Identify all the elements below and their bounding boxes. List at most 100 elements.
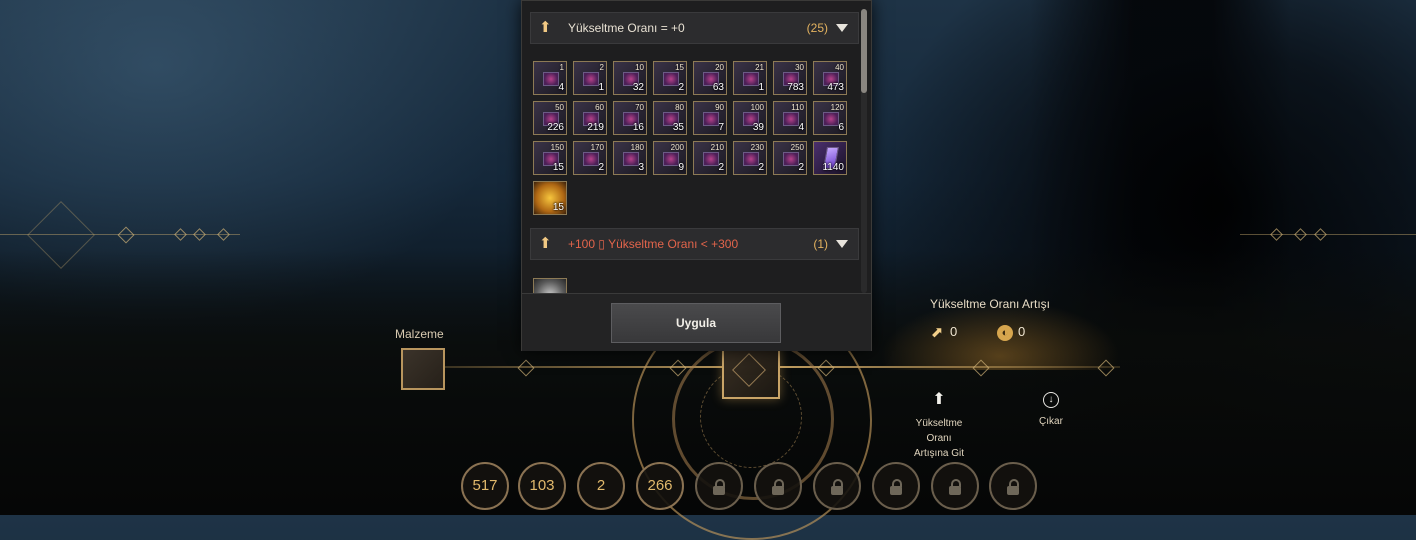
inventory-item[interactable]: 110 4 xyxy=(773,101,807,135)
inventory-item[interactable]: 14 xyxy=(533,61,567,95)
bottom-slot[interactable]: 2 xyxy=(577,462,625,510)
bottom-slot[interactable]: 103 xyxy=(518,462,566,510)
lock-icon xyxy=(831,479,843,495)
item-quantity: 4 xyxy=(798,122,804,133)
boost-value-coin: 0 xyxy=(1018,324,1026,339)
inventory-item[interactable]: 30 783 xyxy=(773,61,807,95)
target-item-slot[interactable] xyxy=(722,343,780,399)
bottom-slot[interactable]: 517 xyxy=(461,462,509,510)
inventory-item[interactable]: 250 2 xyxy=(773,141,807,175)
tome-icon xyxy=(583,152,599,166)
panel-scroll-area[interactable]: ⬆ Yükseltme Oranı = +0 (25) 1 4 2 1 10 32 15 2 2… xyxy=(530,9,860,293)
inventory-item[interactable]: 170 2 xyxy=(573,141,607,175)
bottom-slot-value: 266 xyxy=(647,477,673,494)
item-level: 210 xyxy=(710,143,724,152)
inventory-item[interactable]: 21 1 xyxy=(733,61,767,95)
item-level: 2 xyxy=(599,63,604,72)
inventory-item[interactable]: 230 2 xyxy=(733,141,767,175)
inventory-item[interactable]: 70 16 xyxy=(613,101,647,135)
inventory-item[interactable]: 120 6 xyxy=(813,101,847,135)
locked-slot xyxy=(872,462,920,510)
tome-icon xyxy=(783,112,799,126)
section-title: Yükseltme Oranı = +0 xyxy=(568,21,685,35)
inventory-item[interactable]: 20 63 xyxy=(693,61,727,95)
inventory-item[interactable]: 40 473 xyxy=(813,61,847,95)
apply-button[interactable]: Uygula xyxy=(611,303,781,343)
inventory-item[interactable] xyxy=(533,278,567,293)
inventory-item[interactable]: 90 7 xyxy=(693,101,727,135)
scrollbar-thumb[interactable] xyxy=(861,9,867,93)
material-select-panel: ⬆ Yükseltme Oranı = +0 (25) 1 4 2 1 10 32 15 2 2… xyxy=(521,0,872,351)
bottom-slot-value: 2 xyxy=(596,477,606,494)
item-level: 20 xyxy=(715,63,724,72)
inventory-item[interactable]: 21 xyxy=(573,61,607,95)
item-level: 120 xyxy=(830,103,844,112)
item-quantity: 6 xyxy=(838,122,844,133)
item-quantity: 4 xyxy=(558,82,564,93)
inventory-item[interactable]: 60 219 xyxy=(573,101,607,135)
item-level: 50 xyxy=(555,103,564,112)
remove-label: Çıkar xyxy=(1039,416,1063,427)
inventory-item[interactable]: 150 15 xyxy=(533,141,567,175)
inventory-item[interactable]: 200 9 xyxy=(653,141,687,175)
tome-icon xyxy=(663,152,679,166)
inventory-item[interactable]: 180 3 xyxy=(613,141,647,175)
item-quantity: 63 xyxy=(712,82,724,93)
tome-icon xyxy=(823,112,839,126)
item-quantity: 783 xyxy=(787,82,804,93)
item-quantity: 15 xyxy=(552,162,564,173)
remove-button[interactable]: ↓ Çıkar xyxy=(1025,392,1077,429)
lock-icon xyxy=(890,479,902,495)
item-quantity: 219 xyxy=(587,122,604,133)
item-level: 200 xyxy=(670,143,684,152)
item-level: 110 xyxy=(791,103,804,112)
tome-icon xyxy=(783,152,799,166)
inventory-item[interactable]: 50 226 xyxy=(533,101,567,135)
tome-icon xyxy=(703,112,719,126)
section-title: +100 ▯ Yükseltme Oranı < +300 xyxy=(568,237,739,251)
inventory-item[interactable]: 100 39 xyxy=(733,101,767,135)
item-level: 60 xyxy=(595,103,604,112)
section-count: (25) xyxy=(806,21,828,35)
collapse-arrow-icon[interactable] xyxy=(836,24,848,32)
inventory-item[interactable]: 1140 xyxy=(813,141,847,175)
item-quantity: 2 xyxy=(718,162,724,173)
item-level: 100 xyxy=(750,103,764,112)
section-header-rate-0[interactable]: ⬆ Yükseltme Oranı = +0 (25) xyxy=(530,12,859,44)
inventory-item[interactable]: 15 xyxy=(533,181,567,215)
bottom-slot[interactable]: 266 xyxy=(636,462,684,510)
goto-rate-boost-button[interactable]: ⬆ Yükseltme Oranı Artışına Git xyxy=(905,392,973,461)
tome-icon xyxy=(703,152,719,166)
collapse-arrow-icon[interactable] xyxy=(836,240,848,248)
lock-icon xyxy=(772,479,784,495)
goto-rate-boost-label: Yükseltme Oranı Artışına Git xyxy=(913,418,964,459)
slot-diamond-icon xyxy=(732,353,766,387)
inventory-item[interactable]: 10 32 xyxy=(613,61,647,95)
lock-icon xyxy=(713,479,725,495)
panel-scrollbar[interactable] xyxy=(861,9,867,293)
upgrade-arrow-icon: ⬈ xyxy=(930,324,944,341)
section-header-rate-100-300[interactable]: ⬆ +100 ▯ Yükseltme Oranı < +300 (1) xyxy=(530,228,859,260)
coin-icon: ◐ xyxy=(997,325,1013,341)
item-quantity: 7 xyxy=(718,122,724,133)
tome-icon xyxy=(663,72,679,86)
locked-slot xyxy=(989,462,1037,510)
item-quantity: 2 xyxy=(598,162,604,173)
item-quantity: 15 xyxy=(552,202,564,213)
item-level: 250 xyxy=(790,143,804,152)
inventory-item[interactable]: 80 35 xyxy=(653,101,687,135)
locked-slot xyxy=(695,462,743,510)
locked-slot xyxy=(931,462,979,510)
inventory-item[interactable]: 15 2 xyxy=(653,61,687,95)
bottom-slot-value: 517 xyxy=(472,477,498,494)
item-quantity: 2 xyxy=(798,162,804,173)
item-quantity: 16 xyxy=(632,122,644,133)
item-level: 90 xyxy=(715,103,724,112)
tome-icon xyxy=(623,152,639,166)
inventory-item[interactable]: 210 2 xyxy=(693,141,727,175)
item-level: 70 xyxy=(635,103,644,112)
item-quantity: 3 xyxy=(638,162,644,173)
material-slot[interactable] xyxy=(401,348,445,390)
upgrade-arrow-icon: ⬆ xyxy=(539,235,552,252)
item-level: 80 xyxy=(675,103,684,112)
